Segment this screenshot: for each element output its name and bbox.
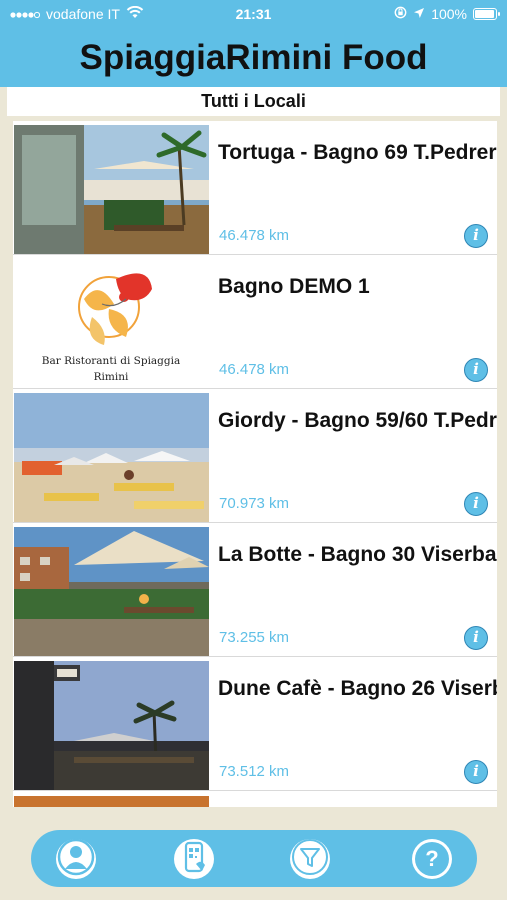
- venue-thumbnail: [14, 393, 209, 522]
- info-icon[interactable]: i: [464, 626, 488, 650]
- app-title: SpiaggiaRimini Food: [79, 38, 428, 77]
- app-header: vodafone IT 21:31 100% SpiaggiaRimini Fo…: [0, 0, 507, 87]
- qr-phone-icon: [174, 837, 214, 882]
- venue-name: Giordy - Bagno 59/60 T.Pedrera: [218, 409, 497, 432]
- venue-thumbnail: [14, 125, 209, 254]
- qr-scan-button[interactable]: [174, 839, 214, 879]
- filter-button[interactable]: [290, 837, 330, 882]
- help-button[interactable]: ?: [412, 839, 452, 879]
- venue-row[interactable]: Giordy - Bagno 59/60 T.Pedrera 70.973 km…: [13, 389, 497, 523]
- venue-row[interactable]: Dune Cafè - Bagno 26 Viserba 73.512 km i: [13, 657, 497, 791]
- venue-row[interactable]: Bar Ristoranti di Spiaggia Rimini Bagno …: [13, 255, 497, 389]
- info-icon[interactable]: i: [464, 358, 488, 382]
- venue-row[interactable]: Tortuga - Bagno 69 T.Pedrera 46.478 km i: [13, 121, 497, 255]
- status-right: 100%: [394, 6, 500, 22]
- profile-button[interactable]: [56, 837, 96, 882]
- venue-name: Dune Cafè - Bagno 26 Viserba: [218, 677, 497, 700]
- venue-thumbnail: Bar Ristoranti di Spiaggia Rimini: [14, 259, 209, 388]
- tab-bar: ?: [31, 830, 477, 887]
- info-icon[interactable]: i: [464, 492, 488, 516]
- venue-list[interactable]: Tortuga - Bagno 69 T.Pedrera 46.478 km i…: [13, 121, 497, 807]
- venue-distance: 46.478 km: [219, 361, 290, 378]
- venue-distance: 70.973 km: [219, 495, 290, 512]
- user-icon: [56, 837, 96, 882]
- battery-percent: 100%: [431, 6, 467, 22]
- venue-thumbnail: [14, 661, 209, 790]
- filter-icon: [290, 837, 330, 882]
- location-arrow-icon: [413, 6, 425, 22]
- orientation-lock-icon: [394, 6, 407, 22]
- venue-name: La Botte - Bagno 30 Viserba: [218, 543, 497, 566]
- info-icon[interactable]: i: [464, 224, 488, 248]
- venue-distance: 46.478 km: [219, 227, 290, 244]
- info-icon[interactable]: i: [464, 760, 488, 784]
- help-icon: ?: [415, 842, 449, 876]
- status-bar: vodafone IT 21:31 100%: [0, 0, 507, 28]
- list-filter-title: Tutti i Locali: [7, 87, 500, 116]
- venue-name: Bagno DEMO 1: [218, 275, 370, 298]
- venue-distance: 73.255 km: [219, 629, 290, 646]
- venue-name: Tortuga - Bagno 69 T.Pedrera: [218, 141, 497, 164]
- logo-caption-line2: Rimini: [94, 371, 129, 383]
- venue-thumbnail: [14, 527, 209, 656]
- next-venue-thumbnail: [14, 796, 209, 807]
- battery-icon: [473, 8, 500, 20]
- venue-row[interactable]: La Botte - Bagno 30 Viserba 73.255 km i: [13, 523, 497, 657]
- logo-caption-line1: Bar Ristoranti di Spiaggia: [42, 355, 181, 367]
- venue-distance: 73.512 km: [219, 763, 290, 780]
